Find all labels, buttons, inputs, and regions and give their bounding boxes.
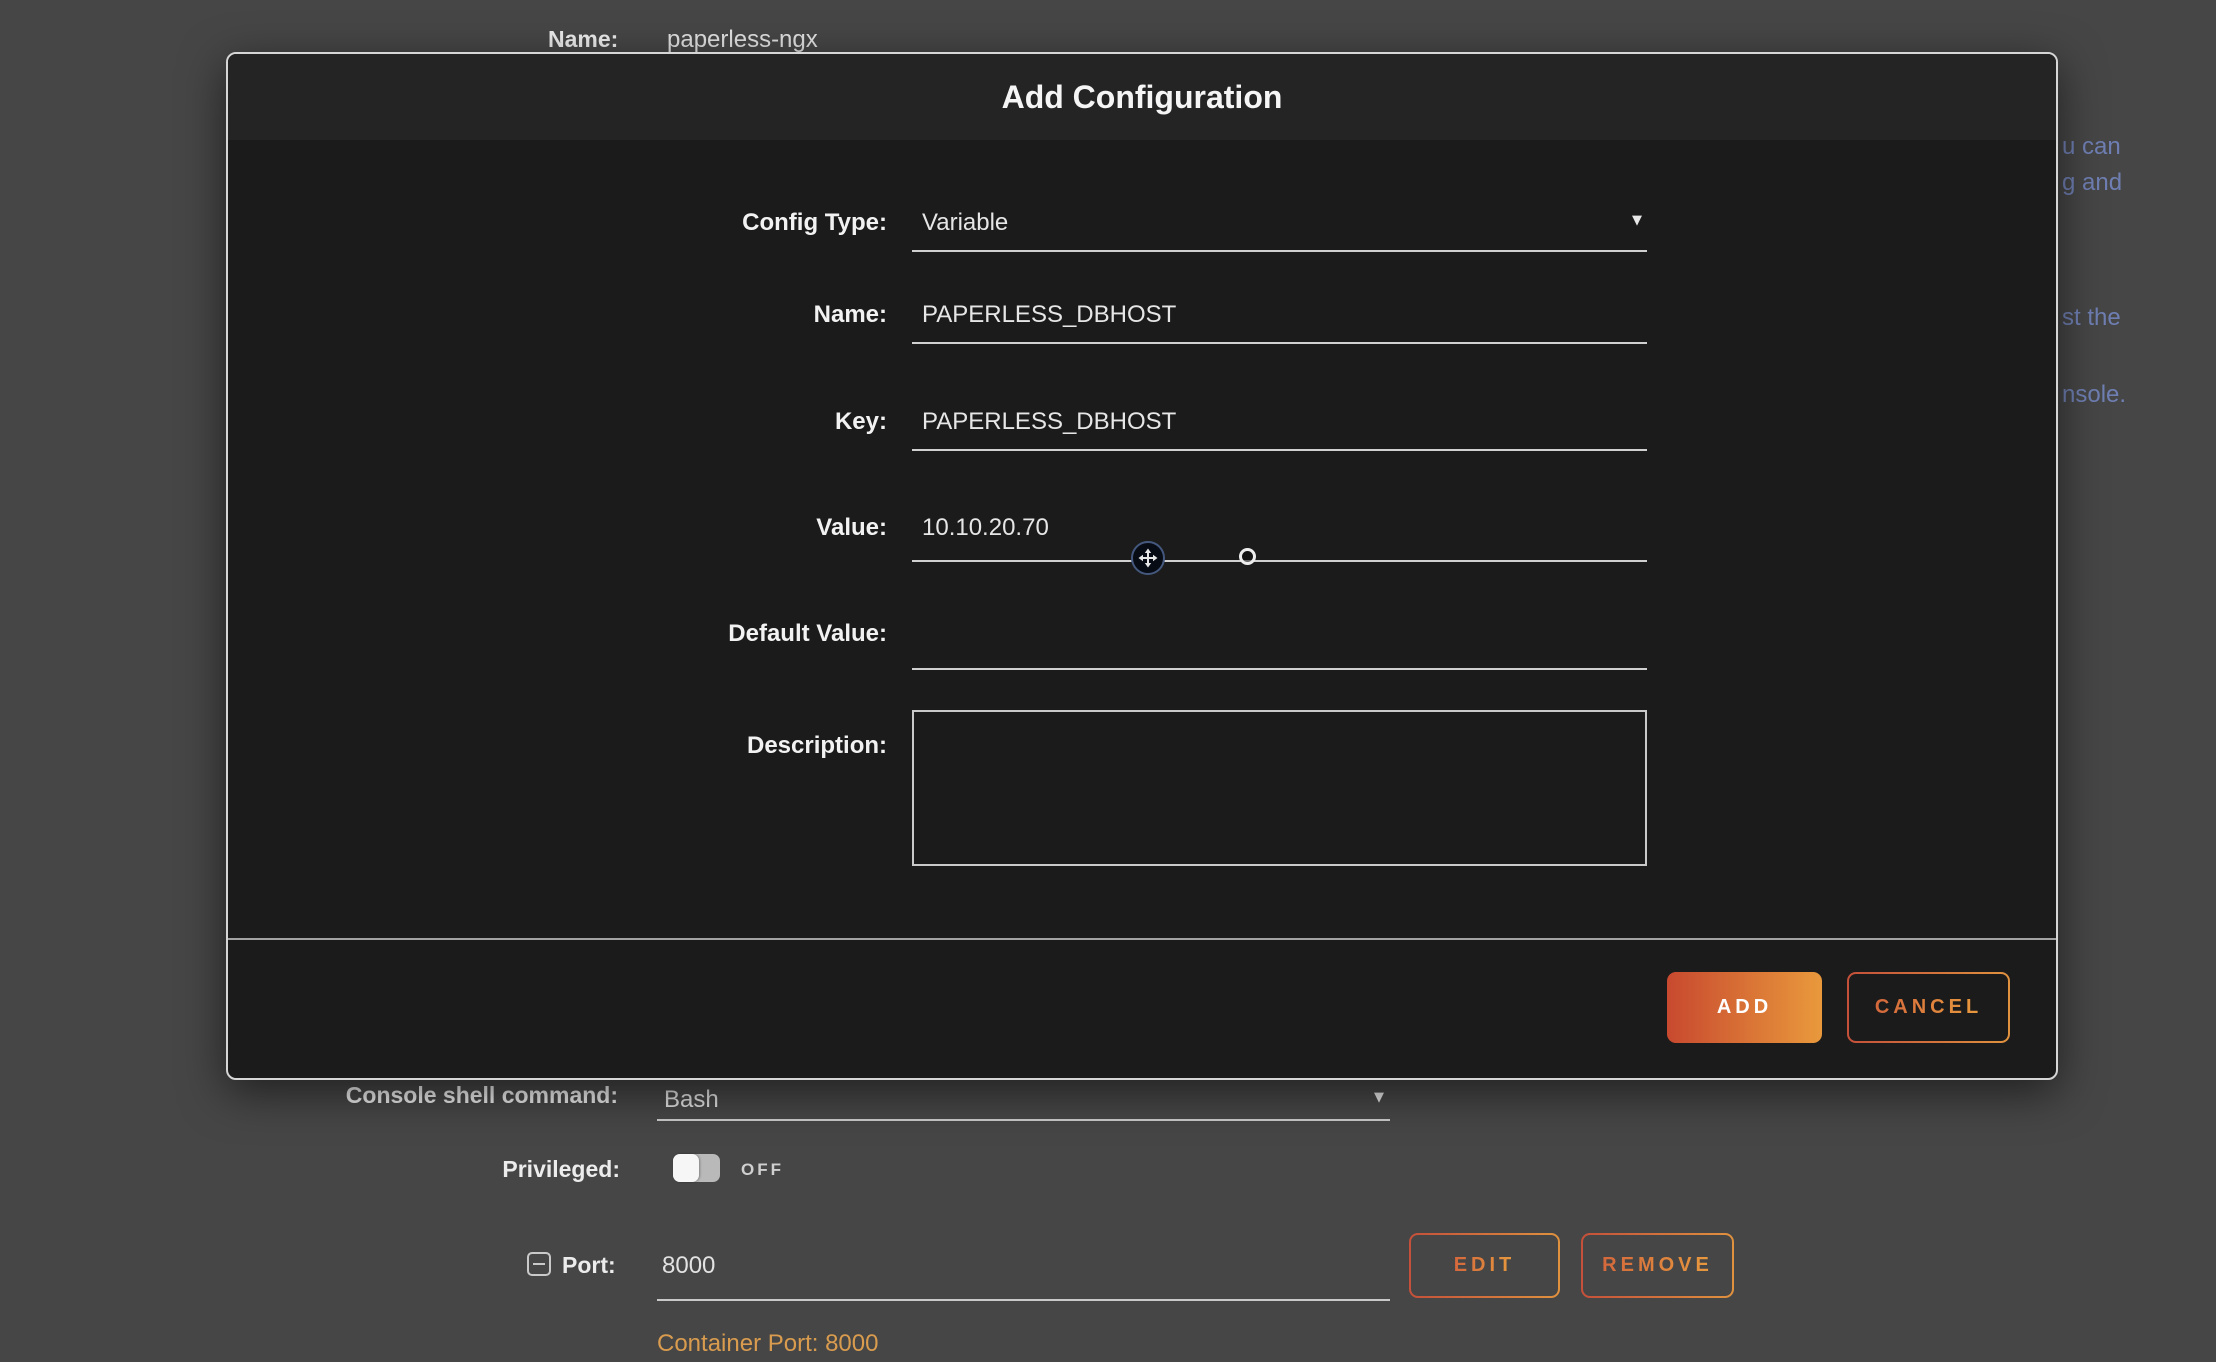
description-label: Description: [487,732,887,760]
key-input[interactable]: PAPERLESS_DBHOST [922,408,1176,436]
console-shell-select[interactable]: Bash [664,1086,719,1114]
value-underline [912,560,1647,562]
privileged-state-text: OFF [741,1160,784,1180]
remove-button[interactable]: REMOVE [1581,1233,1734,1298]
chevron-down-icon: ▼ [1632,213,1642,228]
config-type-underline [912,250,1647,252]
edit-button[interactable]: EDIT [1409,1233,1560,1298]
help-text-fragment: g and [2062,169,2122,197]
port-underline [657,1299,1390,1301]
add-button[interactable]: ADD [1667,972,1822,1043]
port-value[interactable]: 8000 [662,1252,715,1280]
move-cursor-icon [1131,541,1165,575]
chevron-down-icon: ▼ [1374,1090,1384,1105]
container-port-note: Container Port: 8000 [657,1330,878,1358]
default-value-label: Default Value: [487,620,887,648]
privileged-label: Privileged: [400,1156,620,1183]
key-underline [912,449,1647,451]
privileged-toggle[interactable] [673,1154,720,1182]
footer-divider [228,938,2056,940]
collapse-minus-icon[interactable] [527,1252,551,1276]
name-underline [912,342,1647,344]
name-input[interactable]: PAPERLESS_DBHOST [922,301,1176,329]
value-input[interactable]: 10.10.20.70 [922,514,1049,542]
description-textarea[interactable] [912,710,1647,866]
edit-button-label: EDIT [1454,1254,1516,1277]
help-text-fragment: nsole. [2062,381,2126,409]
name-label: Name: [487,301,887,329]
console-shell-underline [657,1119,1390,1121]
console-shell-label: Console shell command: [300,1082,618,1109]
dialog-title: Add Configuration [228,54,2056,140]
container-name-value[interactable]: paperless-ngx [667,26,818,54]
cancel-button[interactable]: CANCEL [1847,972,2010,1043]
toggle-knob [673,1154,699,1182]
port-label: Port: [562,1252,616,1279]
remove-button-label: REMOVE [1602,1254,1713,1277]
add-button-label: ADD [1717,996,1772,1019]
dialog-header: Add Configuration [228,54,2056,140]
container-name-label: Name: [548,26,618,53]
help-text-fragment: u can [2062,133,2121,161]
drag-handle-dot[interactable] [1239,548,1256,565]
default-value-underline [912,668,1647,670]
key-label: Key: [487,408,887,436]
screen: Name: paperless-ngx u can g and st the n… [0,0,2216,1362]
help-text-fragment: st the [2062,304,2121,332]
move-arrows-glyph [1136,546,1160,570]
config-type-select[interactable]: Variable [922,209,1008,237]
config-type-label: Config Type: [487,209,887,237]
value-label: Value: [487,514,887,542]
cancel-button-label: CANCEL [1875,996,1982,1019]
